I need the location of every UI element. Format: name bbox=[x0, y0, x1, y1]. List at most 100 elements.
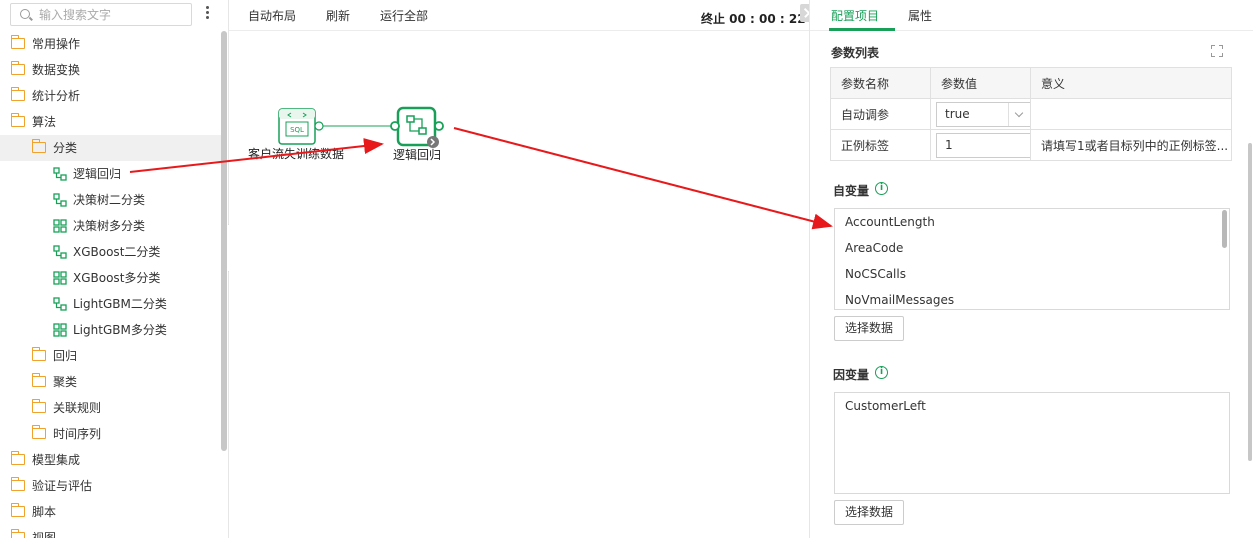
auto-tune-select[interactable]: true bbox=[936, 101, 1030, 127]
auto-tune-value: true bbox=[945, 106, 970, 121]
workflow-canvas[interactable]: SQL 客户流失训练数据 逻辑回归 bbox=[229, 31, 809, 538]
tab-properties[interactable]: 属性 bbox=[908, 7, 932, 24]
multiclass-algorithm-icon bbox=[53, 323, 67, 337]
expand-icon[interactable] bbox=[1211, 45, 1223, 57]
param-meaning bbox=[1030, 98, 1232, 130]
param-value-cell: true bbox=[930, 98, 1031, 130]
info-icon[interactable]: i bbox=[875, 366, 888, 379]
tree-item[interactable]: XGBoost二分类 bbox=[0, 239, 222, 265]
select-independent-data-button[interactable]: 选择数据 bbox=[834, 316, 904, 341]
run-all-button[interactable]: 运行全部 bbox=[380, 7, 428, 24]
tree-item[interactable]: 常用操作 bbox=[0, 31, 222, 57]
active-tab-indicator bbox=[829, 28, 895, 31]
tree-item-label: 决策树多分类 bbox=[73, 219, 146, 233]
source-node-label: 客户流失训练数据 bbox=[248, 147, 345, 161]
stop-timer[interactable]: 终止 00 : 00 : 22 bbox=[701, 10, 806, 27]
independent-vars-list[interactable]: AccountLength AreaCode NoCSCalls NoVmailMes… bbox=[834, 208, 1230, 310]
tab-config[interactable]: 配置项目 bbox=[831, 7, 879, 24]
param-name: 正例标签 bbox=[830, 129, 931, 161]
folder-icon bbox=[10, 35, 25, 49]
logistic-regression-node[interactable] bbox=[390, 106, 444, 148]
search-icon bbox=[20, 9, 30, 19]
tree-item[interactable]: 决策树二分类 bbox=[0, 187, 222, 213]
param-name: 自动调参 bbox=[830, 98, 931, 130]
independent-vars-title: 自变量 bbox=[833, 184, 870, 198]
select-dependent-data-button[interactable]: 选择数据 bbox=[834, 500, 904, 525]
chevron-down-icon bbox=[1008, 102, 1030, 126]
multiclass-algorithm-icon bbox=[53, 271, 67, 285]
sql-source-node[interactable]: SQL bbox=[278, 108, 324, 145]
binary-algorithm-icon bbox=[53, 193, 67, 207]
dependent-vars-list[interactable]: CustomerLeft bbox=[834, 392, 1230, 494]
sql-icon-text: SQL bbox=[290, 126, 304, 134]
folder-icon bbox=[31, 425, 46, 439]
config-panel: 配置项目 属性 参数列表 参数名称 参数值 意义 自动调参 true 正例标签 … bbox=[809, 0, 1253, 538]
folder-icon bbox=[10, 113, 25, 127]
tree-item[interactable]: 逻辑回归 bbox=[0, 161, 222, 187]
list-item[interactable]: AreaCode bbox=[835, 235, 1229, 261]
tree-item[interactable]: 时间序列 bbox=[0, 421, 222, 447]
info-icon[interactable]: i bbox=[875, 182, 888, 195]
param-value-cell: 1 bbox=[930, 129, 1031, 161]
list-item[interactable]: NoCSCalls bbox=[835, 261, 1229, 287]
table-row: 正例标签 1 请填写1或者目标列中的正例标签... bbox=[830, 129, 1232, 161]
auto-layout-button[interactable]: 自动布局 bbox=[248, 7, 296, 24]
tree-item[interactable]: LightGBM二分类 bbox=[0, 291, 222, 317]
binary-algorithm-icon bbox=[53, 167, 67, 181]
tree-item-label: 关联规则 bbox=[53, 401, 102, 415]
tree-item-label: 常用操作 bbox=[32, 37, 81, 51]
folder-icon bbox=[10, 529, 25, 538]
list-item[interactable]: CustomerLeft bbox=[835, 393, 1229, 419]
tree-item[interactable]: 验证与评估 bbox=[0, 473, 222, 499]
tree-item[interactable]: 决策树多分类 bbox=[0, 213, 222, 239]
list-item[interactable]: AccountLength bbox=[835, 209, 1229, 235]
folder-icon bbox=[10, 451, 25, 465]
tree-item[interactable]: 分类 bbox=[0, 135, 222, 161]
tree-item[interactable]: LightGBM多分类 bbox=[0, 317, 222, 343]
tree-item[interactable]: 统计分析 bbox=[0, 83, 222, 109]
tree-item[interactable]: 视图 bbox=[0, 525, 222, 538]
folder-icon bbox=[10, 503, 25, 517]
tree-item[interactable]: 数据变换 bbox=[0, 57, 222, 83]
tree-item-label: LightGBM多分类 bbox=[73, 323, 167, 337]
more-menu-icon[interactable] bbox=[200, 6, 214, 22]
tree-item[interactable]: 关联规则 bbox=[0, 395, 222, 421]
component-tree: 常用操作数据变换统计分析算法分类逻辑回归决策树二分类决策树多分类 XGBoost二… bbox=[0, 31, 222, 538]
tree-item-label: XGBoost二分类 bbox=[73, 245, 161, 259]
search-box[interactable] bbox=[10, 3, 192, 26]
refresh-button[interactable]: 刷新 bbox=[326, 7, 350, 24]
component-sidebar: 常用操作数据变换统计分析算法分类逻辑回归决策树二分类决策树多分类 XGBoost二… bbox=[0, 0, 229, 538]
tree-item-label: 时间序列 bbox=[53, 427, 102, 441]
positive-label-input[interactable]: 1 bbox=[936, 132, 1030, 158]
tree-item-label: 视图 bbox=[32, 531, 57, 538]
list-item[interactable]: NoVmailMessages bbox=[835, 287, 1229, 309]
tree-item-label: 脚本 bbox=[32, 505, 57, 519]
table-row: 自动调参 true bbox=[830, 98, 1232, 130]
tree-item-label: 统计分析 bbox=[32, 89, 81, 103]
tree-item[interactable]: 算法 bbox=[0, 109, 222, 135]
binary-algorithm-icon bbox=[53, 245, 67, 259]
tree-item[interactable]: 脚本 bbox=[0, 499, 222, 525]
folder-icon bbox=[10, 61, 25, 75]
search-input[interactable] bbox=[39, 6, 189, 24]
folder-icon bbox=[31, 373, 46, 387]
tree-item-label: 逻辑回归 bbox=[73, 167, 122, 181]
tree-item-label: 模型集成 bbox=[32, 453, 81, 467]
tree-item[interactable]: 聚类 bbox=[0, 369, 222, 395]
multiclass-algorithm-icon bbox=[53, 219, 67, 233]
header-param-value: 参数值 bbox=[930, 67, 1031, 99]
folder-icon bbox=[10, 477, 25, 491]
tree-item[interactable]: 回归 bbox=[0, 343, 222, 369]
canvas-toolbar: 自动布局 刷新 运行全部 终止 00 : 00 : 22 bbox=[229, 0, 809, 31]
tree-item-label: 分类 bbox=[53, 141, 78, 155]
tree-item[interactable]: 模型集成 bbox=[0, 447, 222, 473]
params-header-row: 参数名称 参数值 意义 bbox=[830, 67, 1232, 99]
list-scrollbar[interactable] bbox=[1222, 210, 1227, 248]
tree-item-label: 回归 bbox=[53, 349, 78, 363]
panel-scrollbar[interactable] bbox=[1248, 143, 1252, 461]
dependent-vars-title: 因变量 bbox=[833, 368, 870, 382]
tree-item[interactable]: XGBoost多分类 bbox=[0, 265, 222, 291]
sidebar-scrollbar[interactable] bbox=[221, 31, 227, 451]
tree-item-label: LightGBM二分类 bbox=[73, 297, 167, 311]
tree-item-label: 验证与评估 bbox=[32, 479, 93, 493]
